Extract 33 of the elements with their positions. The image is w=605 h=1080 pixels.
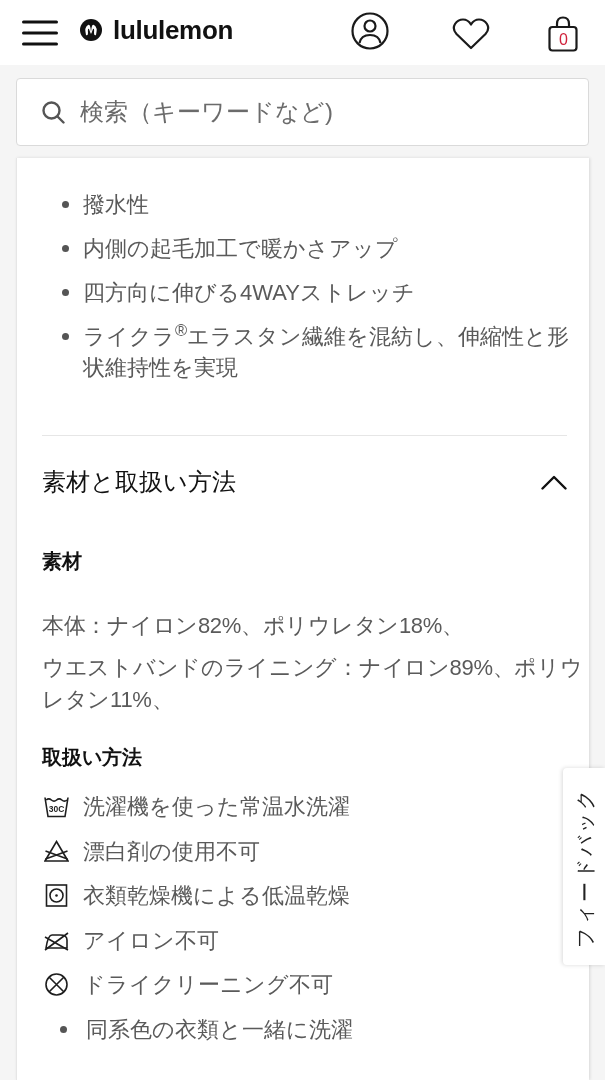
account-button[interactable] bbox=[351, 11, 389, 50]
cart-button[interactable]: 0 bbox=[548, 15, 578, 52]
care-instruction: 洗濯機を使った常温水洗濯 bbox=[83, 793, 350, 821]
menu-icon bbox=[22, 19, 58, 46]
care-instruction: 漂白剤の使用不可 bbox=[83, 837, 260, 866]
crossed-circle-icon bbox=[44, 973, 69, 996]
crossed-triangle-icon bbox=[44, 839, 69, 863]
logo-link[interactable]: lululemon bbox=[80, 15, 234, 45]
feature-text: ライクラ$^{®}$エラスタン繊維を混紡し、伸縮性と形状維持性を実現 bbox=[83, 321, 571, 382]
search-icon bbox=[42, 100, 65, 124]
material-composition: ウエストバンドのライニング：ナイロン89%、ポリウレタン11%、 bbox=[42, 654, 584, 714]
care-instruction: 衣類乾燥機による低温乾燥 bbox=[83, 882, 350, 910]
care-instruction: アイロン不可 bbox=[83, 926, 219, 955]
feedback-tab[interactable]: フィードバック bbox=[563, 768, 605, 965]
feature-text: 撥水性 bbox=[83, 191, 149, 219]
wishlist-button[interactable] bbox=[452, 17, 490, 50]
materials-heading: 素材 bbox=[42, 549, 83, 574]
menu-button[interactable] bbox=[22, 19, 58, 46]
shopping-bag-icon bbox=[548, 15, 578, 52]
care-heading: 取扱い方法 bbox=[42, 745, 143, 770]
care-instruction: 同系色の衣類と一緒に洗濯 bbox=[86, 1015, 353, 1044]
cart-count: 0 bbox=[559, 30, 568, 48]
dryer-square-icon bbox=[44, 884, 69, 907]
heart-icon bbox=[452, 17, 490, 50]
care-instruction: ドライクリーニング不可 bbox=[83, 971, 333, 999]
feature-text: 内側の起毛加工で暖かさアップ bbox=[83, 235, 398, 263]
material-composition: 本体：ナイロン82%、ポリウレタン18%、 bbox=[42, 612, 465, 640]
logo-wordmark: lululemon bbox=[113, 15, 234, 45]
feature-text: 四方向に伸びる4WAYストレッチ bbox=[83, 279, 415, 307]
accordion-header[interactable]: 素材と取扱い方法 bbox=[42, 465, 567, 499]
user-icon bbox=[351, 11, 389, 50]
search-field[interactable]: 検索（キーワードなど) bbox=[16, 78, 589, 146]
logo-icon bbox=[80, 19, 102, 41]
